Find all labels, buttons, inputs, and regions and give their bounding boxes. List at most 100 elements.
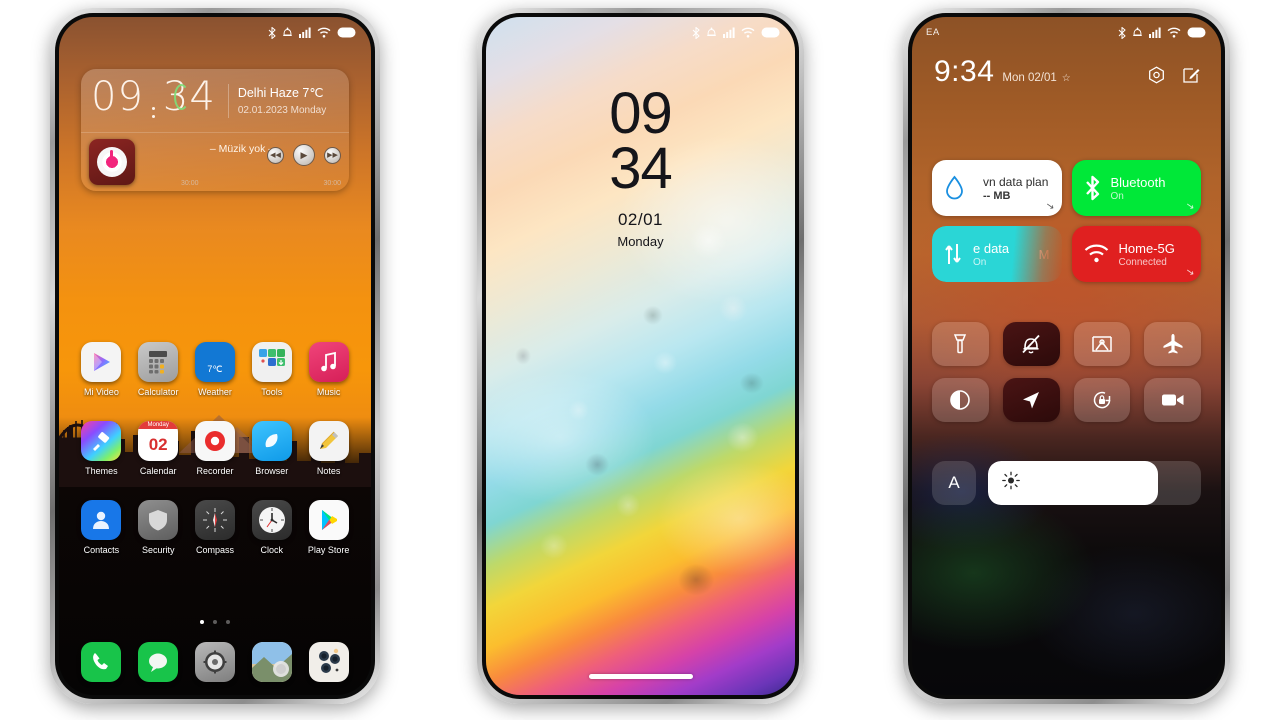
toggle-airplane[interactable]: [1144, 322, 1201, 366]
app-label: Security: [141, 545, 175, 555]
dock-camera[interactable]: Camera: [300, 642, 357, 682]
toggle-flashlight[interactable]: [932, 322, 989, 366]
dock-messages[interactable]: Messages: [130, 642, 187, 682]
flashlight-icon: [952, 333, 968, 355]
three-phone-theme-showcase: 09 34 Delhi Haze 7℃ 02.01.2023 Monday – …: [0, 0, 1280, 720]
play-icon[interactable]: ▶: [293, 144, 315, 166]
mi-video-icon: [81, 342, 122, 382]
app-recorder[interactable]: Recorder: [187, 421, 244, 476]
app-themes[interactable]: Themes: [73, 421, 130, 476]
app-notes[interactable]: Notes: [300, 421, 357, 476]
widget-clock: 09 34: [81, 77, 216, 124]
app-compass[interactable]: Compass: [187, 500, 244, 555]
app-music[interactable]: Music: [300, 342, 357, 397]
app-contacts[interactable]: Contacts: [73, 500, 130, 555]
edit-icon[interactable]: [1182, 66, 1201, 85]
tile-title: vn data plan: [983, 174, 1049, 189]
dnd-bell-icon: [282, 27, 293, 39]
tile-subtitle: Connected: [1118, 256, 1167, 268]
widget-music-row[interactable]: – Müzik yok – 30:00 30:00 ◀◀ ▶ ▶▶: [81, 133, 349, 191]
widget-minute-wrap: 34: [163, 77, 216, 117]
app-label: Clock: [260, 545, 284, 555]
tile-text: Home-5G Connected: [1119, 241, 1175, 268]
app-clock[interactable]: Clock: [243, 500, 300, 555]
settings-gear-icon: [194, 642, 235, 682]
home-indicator[interactable]: [588, 674, 693, 679]
page-dot-3[interactable]: [226, 620, 230, 624]
dock-settings[interactable]: Settings: [187, 642, 244, 682]
toggle-location[interactable]: [1002, 378, 1060, 422]
page-indicator[interactable]: [59, 620, 371, 624]
screenshot-icon: [1091, 334, 1113, 354]
header-actions: [1147, 66, 1201, 87]
wifi-icon: [1084, 244, 1109, 264]
app-mi-video[interactable]: Mi Video: [73, 342, 130, 397]
control-center-header: 9:34 Mon 02/01 ☆: [934, 57, 1201, 87]
weather-text: Delhi Haze 7℃: [237, 86, 324, 100]
app-label: Music: [316, 387, 341, 397]
app-label: Contacts: [83, 545, 120, 555]
app-grid: Mi Video Calculator 7℃ Weather Tools Mus…: [73, 342, 357, 555]
settings-hex-icon[interactable]: [1147, 66, 1166, 85]
tile-text: Bluetooth On: [1111, 175, 1166, 202]
expand-arrow-icon[interactable]: ↘: [1185, 200, 1195, 212]
toggle-screen-record[interactable]: [1144, 378, 1201, 422]
phone-home-screen: 09 34 Delhi Haze 7℃ 02.01.2023 Monday – …: [50, 8, 380, 704]
dock-gallery[interactable]: Gallery: [243, 642, 300, 682]
prev-icon[interactable]: ◀◀: [267, 146, 284, 164]
weather-temp-badge: 7℃: [207, 364, 223, 374]
widget-weather[interactable]: Delhi Haze 7℃ 02.01.2023 Monday: [238, 85, 326, 116]
toggle-rotation-lock[interactable]: [1073, 378, 1131, 422]
widget-minute: 34: [162, 74, 216, 120]
star-icon: ☆: [1061, 73, 1071, 84]
silent-bell-icon: [1020, 333, 1042, 355]
app-weather[interactable]: 7℃ Weather: [187, 342, 244, 397]
app-play-store[interactable]: Play Store: [300, 500, 357, 555]
toggle-screenshot[interactable]: [1073, 322, 1131, 366]
app-calendar[interactable]: Monday 02 Calendar: [130, 421, 187, 476]
dnd-bell-icon: [1132, 27, 1143, 39]
gallery-icon: [251, 642, 292, 682]
phone1-bezel: 09 34 Delhi Haze 7℃ 02.01.2023 Monday – …: [55, 13, 375, 699]
phone2-status-bar: [486, 17, 795, 43]
page-dot-2[interactable]: [213, 620, 217, 624]
tile-title: e data: [973, 240, 1010, 256]
app-label: Calculator: [137, 387, 179, 397]
phone2-bezel: 09 34 02/01 Monday: [482, 13, 799, 699]
app-security[interactable]: Security: [130, 500, 187, 555]
lock-day: Monday: [617, 234, 664, 250]
contacts-icon: [81, 500, 122, 540]
app-label: Notes: [316, 466, 341, 476]
themes-icon: [81, 421, 122, 461]
tile-wifi[interactable]: Home-5G Connected ↘: [1071, 226, 1201, 282]
auto-brightness-button[interactable]: A: [932, 461, 976, 505]
tile-mobile-data[interactable]: e data On M: [932, 226, 1062, 282]
app-browser[interactable]: Browser: [243, 421, 300, 476]
messages-icon: [138, 642, 179, 682]
next-icon[interactable]: ▶▶: [324, 146, 341, 164]
brightness-sun-icon: [1002, 471, 1020, 495]
music-controls[interactable]: ◀◀ ▶ ▶▶: [267, 144, 341, 166]
expand-arrow-icon[interactable]: ↘: [1185, 266, 1195, 278]
calendar-day-label: Monday: [138, 421, 179, 429]
toggle-silent[interactable]: [1002, 322, 1060, 366]
brightness-slider[interactable]: [988, 461, 1201, 505]
app-calculator[interactable]: Calculator: [130, 342, 187, 397]
mobile-data-icon: [944, 242, 963, 266]
tile-bluetooth[interactable]: Bluetooth On ↘: [1071, 160, 1201, 216]
page-dot-1[interactable]: [200, 620, 204, 624]
location-icon: [1020, 389, 1042, 411]
toggle-dark-mode[interactable]: [932, 378, 989, 422]
expand-arrow-icon[interactable]: ↘: [1045, 200, 1055, 212]
play-store-icon: [308, 500, 349, 540]
camera-icon: [308, 642, 349, 682]
dock-phone[interactable]: Phone: [73, 642, 130, 682]
clock-weather-music-widget[interactable]: 09 34 Delhi Haze 7℃ 02.01.2023 Monday – …: [81, 69, 349, 191]
app-tools[interactable]: Tools: [243, 342, 300, 397]
phone-control-center: EA 9:34 Mon 02/01 ☆ vn data plan -- MB ↘…: [903, 8, 1230, 704]
phone-icon: [81, 642, 122, 682]
calculator-icon: [138, 342, 179, 382]
app-label: Recorder: [196, 466, 234, 476]
tile-data-plan[interactable]: vn data plan -- MB ↘: [932, 160, 1062, 216]
widget-divider: [227, 83, 229, 118]
